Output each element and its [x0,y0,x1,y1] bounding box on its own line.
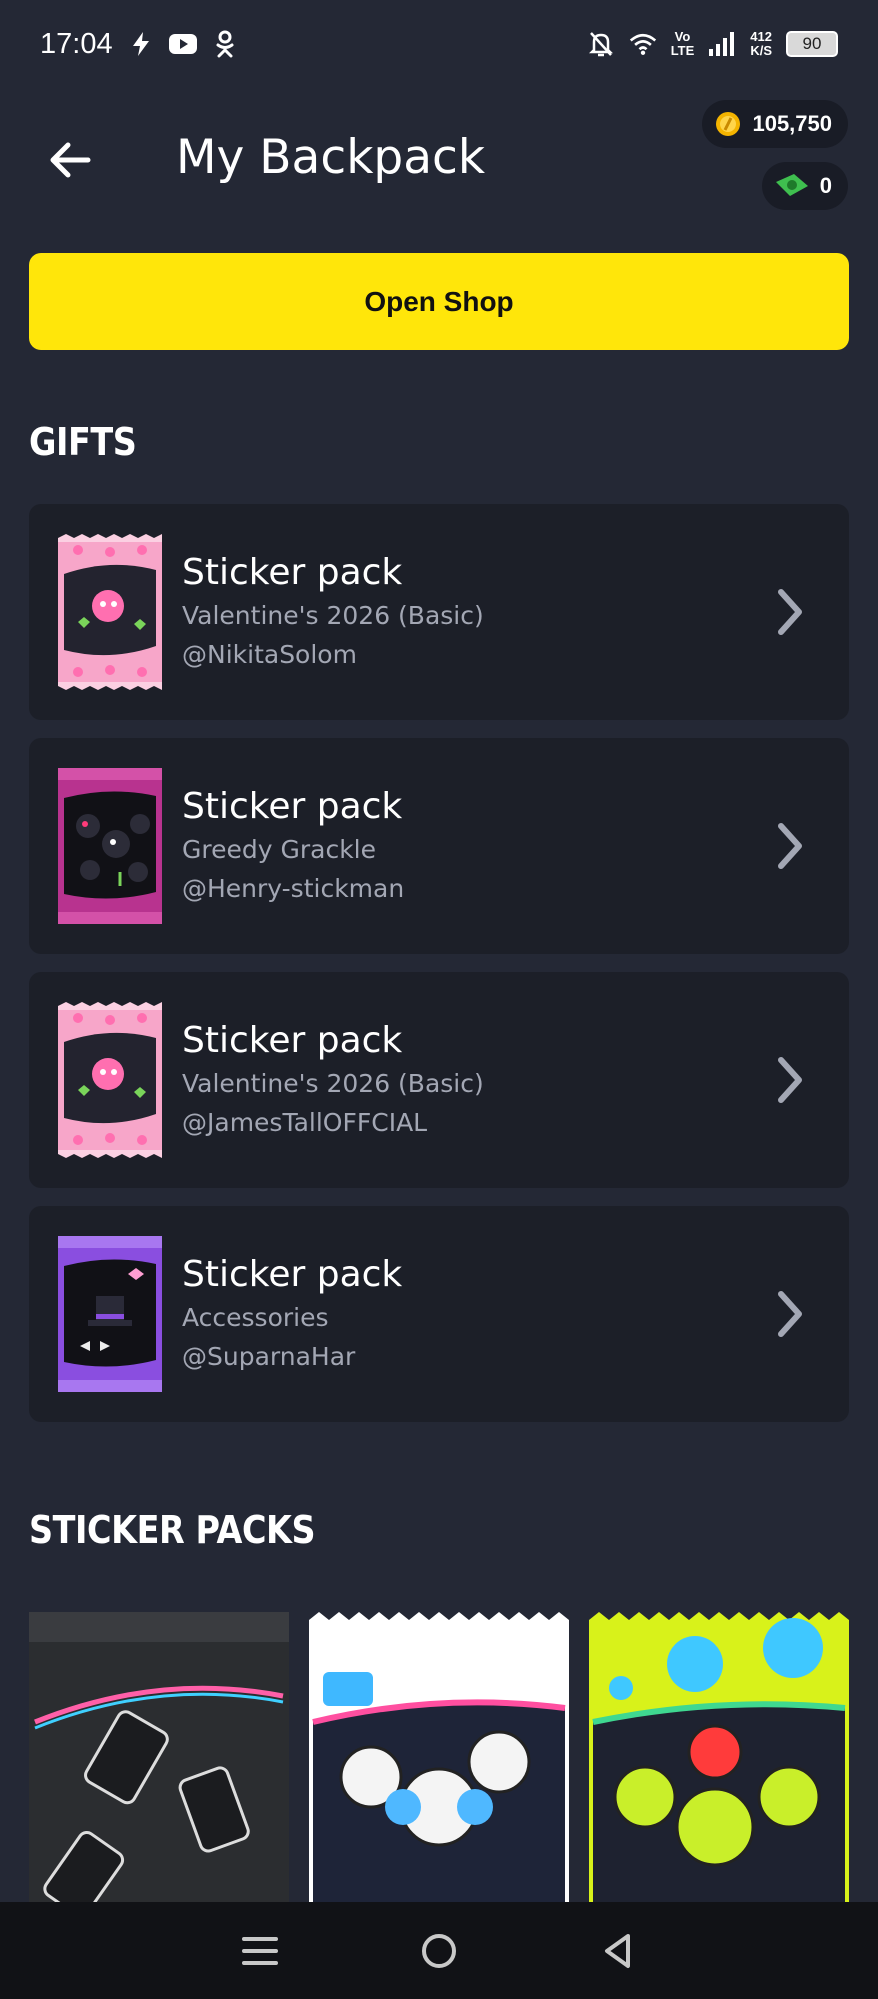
youtube-icon [168,30,197,58]
gift-text: Sticker pack Greedy Grackle @Henry-stick… [182,786,404,903]
recents-button[interactable] [230,1921,290,1981]
net-speed-value: 412 [750,29,772,44]
gift-subtitle: Valentine's 2026 (Basic) [182,601,484,630]
gift-card[interactable]: Sticker pack Valentine's 2026 (Basic) @N… [29,504,849,720]
gift-subtitle: Valentine's 2026 (Basic) [182,1069,484,1098]
gift-sender: @Henry-stickman [182,874,405,903]
chevron-right-icon [778,1057,802,1103]
gift-card[interactable]: Sticker pack Accessories @SuparnaHar [29,1206,849,1422]
cash-balance[interactable]: 0 [761,162,848,210]
sticker-packs-row [29,1612,849,1902]
home-button[interactable] [409,1921,469,1981]
open-shop-button[interactable]: Open Shop [29,253,849,350]
sticker-pack-bunnies[interactable] [309,1612,569,1902]
coin-balance[interactable]: 105,750 [702,100,848,148]
flash-icon [127,30,155,58]
status-right: Vo LTE 412 K/S 90 [587,30,838,58]
system-nav-bar [0,1902,878,1999]
gift-text: Sticker pack Valentine's 2026 (Basic) @J… [182,1020,484,1137]
chevron-right-icon [778,823,802,869]
chevron-right-icon [778,1291,802,1337]
menu-icon [241,1936,278,1965]
net-speed: 412 K/S [750,30,772,58]
status-left: 17:04 [40,28,239,61]
coin-icon [716,112,741,136]
gift-title: Sticker pack [182,786,403,827]
gift-card[interactable]: Sticker pack Valentine's 2026 (Basic) @J… [29,972,849,1188]
arrow-left-icon [50,142,91,178]
sticker-pack-thumbnail [58,1236,162,1392]
bell-off-icon [587,30,615,58]
chevron-right-icon [778,589,802,635]
status-time: 17:04 [40,27,113,60]
back-triangle-icon [605,1933,631,1968]
sticker-pack-thumbnail [58,1002,162,1158]
sticker-pack-thumbnail [58,768,162,924]
sticker-pack-frogs[interactable] [589,1612,849,1902]
status-bar: 17:04 Vo LTE 412 K/S 90 [0,0,878,88]
battery-indicator: 90 [786,31,838,57]
sticker-packs-section-title: STICKER PACKS [29,1508,316,1552]
volte-top: Vo [674,29,691,44]
gift-sender: @SuparnaHar [182,1342,356,1371]
gift-subtitle: Greedy Grackle [182,835,376,864]
page-title: My Backpack [176,130,486,185]
wifi-icon [629,30,657,58]
gift-subtitle: Accessories [182,1303,329,1332]
header: My Backpack 105,750 0 [0,88,878,238]
back-nav-button[interactable] [588,1921,648,1981]
gift-sender: @NikitaSolom [182,640,357,669]
volte-bottom: LTE [670,43,695,58]
sticker-pack-tech[interactable] [29,1612,289,1902]
back-button[interactable] [40,130,100,190]
cash-value: 0 [819,173,832,198]
gift-title: Sticker pack [182,1020,403,1061]
gift-card[interactable]: Sticker pack Greedy Grackle @Henry-stick… [29,738,849,954]
sticker-pack-thumbnail [58,534,162,690]
ok-icon [211,30,239,58]
gift-sender: @JamesTallOFFCIAL [182,1108,428,1137]
gifts-section-title: GIFTS [29,420,137,464]
net-speed-unit: K/S [750,43,772,58]
gift-title: Sticker pack [182,552,403,593]
gift-text: Sticker pack Accessories @SuparnaHar [182,1254,402,1371]
cash-icon [775,174,808,196]
gift-title: Sticker pack [182,1254,403,1295]
gift-text: Sticker pack Valentine's 2026 (Basic) @N… [182,552,484,669]
home-circle-icon [421,1933,456,1968]
volte-indicator: Vo LTE [671,30,695,58]
signal-icon [708,30,736,58]
coin-value: 105,750 [752,111,832,136]
